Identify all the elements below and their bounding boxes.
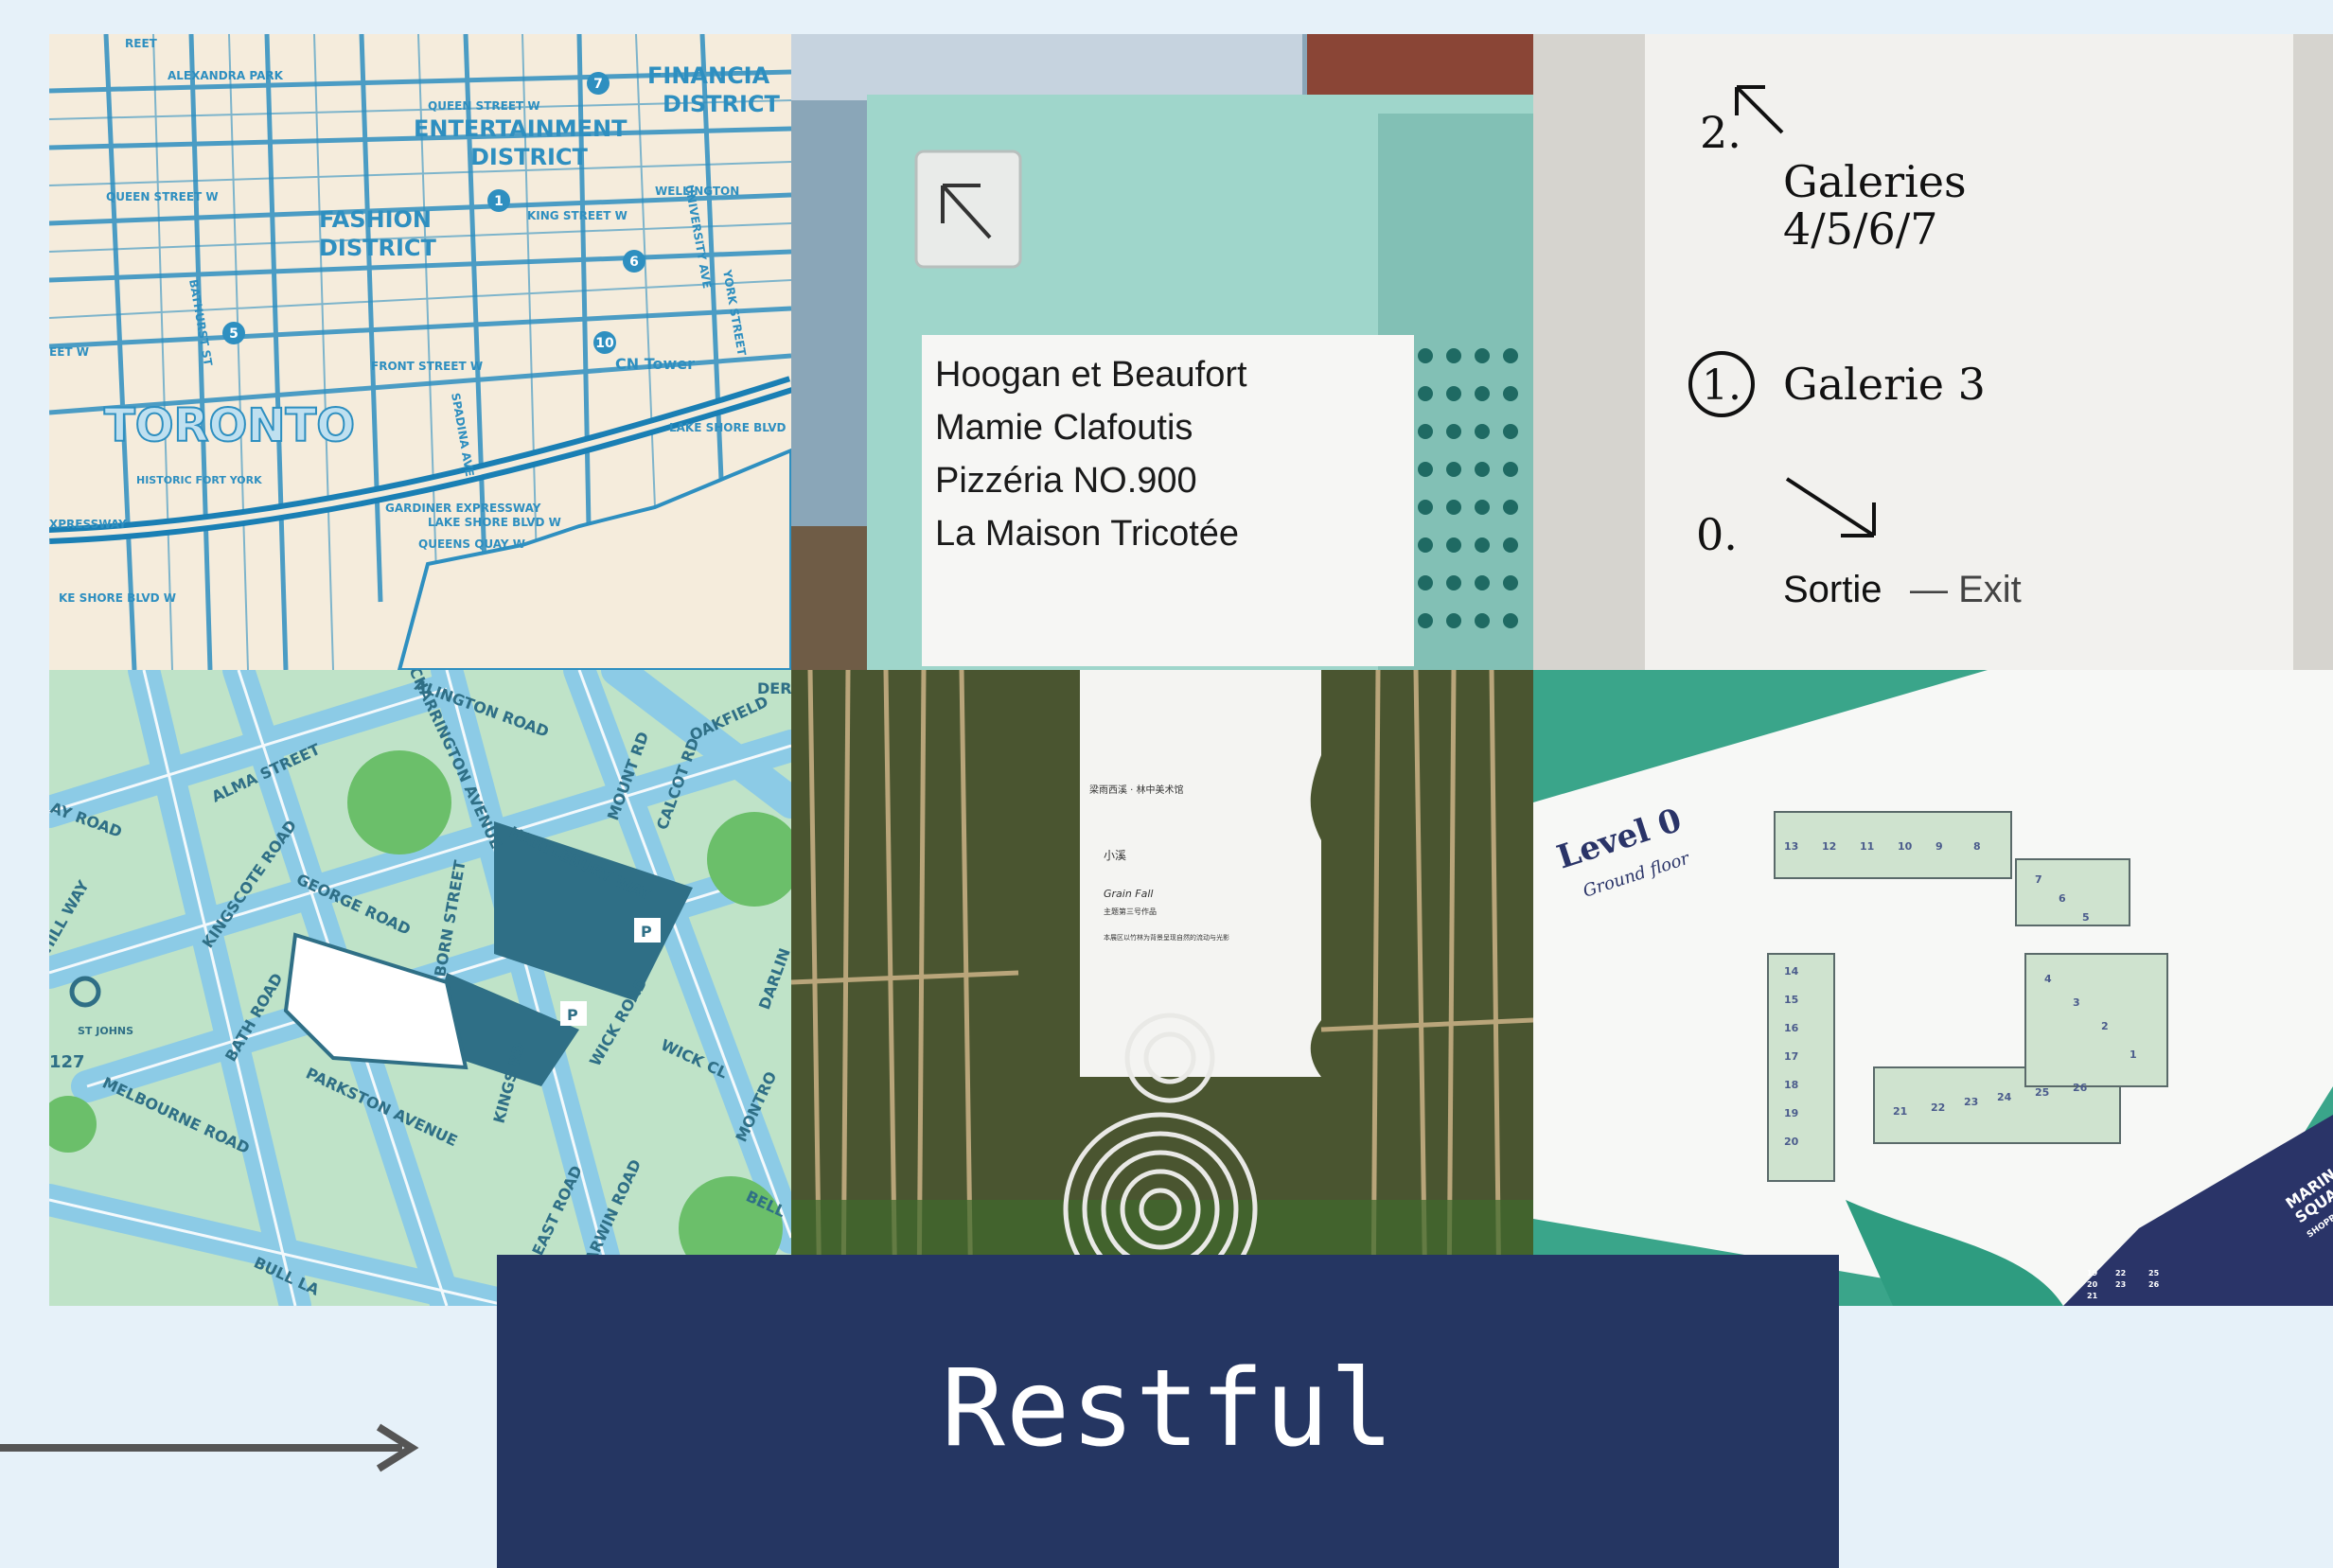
label-alexandra-park: ALEXANDRA PARK <box>168 69 284 82</box>
bamboo-sign-graphic: 梁雨西溪 · 林中美术馆 小溪 Grain Fall 主题第三号作品 本展区以竹… <box>791 670 1533 1306</box>
label-cn-tower: CN Tower <box>615 355 695 373</box>
marker-10: 10 <box>595 336 614 351</box>
floorplan-brochure-photo: 13 12 11 10 9 8 7 6 5 4 3 2 1 14 15 16 1… <box>1533 670 2333 1306</box>
galerie-sign-photo: 2. Galeries 4/5/6/7 1. Galerie 3 0. Sort… <box>1533 34 2333 670</box>
unit-17: 17 <box>1784 1050 1798 1063</box>
unit-21: 21 <box>1893 1105 1907 1118</box>
unit-25: 25 <box>2035 1086 2049 1099</box>
toronto-map-image: 7 1 6 5 10 ALEXANDRA PARK QUEEN STREET W… <box>49 34 791 670</box>
unit-12: 12 <box>1822 840 1836 853</box>
unit-4: 4 <box>2044 973 2052 985</box>
unit-7: 7 <box>2035 873 2042 886</box>
unit-3: 3 <box>2073 996 2080 1009</box>
legend-20: 20 <box>2087 1280 2098 1289</box>
unit-24: 24 <box>1997 1091 2012 1103</box>
unit-19: 19 <box>1784 1107 1798 1119</box>
unit-18: 18 <box>1784 1079 1798 1091</box>
floorplan-brochure-graphic: 13 12 11 10 9 8 7 6 5 4 3 2 1 14 15 16 1… <box>1533 670 2333 1306</box>
label-street-w: EET W <box>49 345 89 359</box>
legend-19: 19 <box>2087 1269 2098 1277</box>
unit-14: 14 <box>1784 965 1799 978</box>
mint-sign-photo: Hoogan et Beaufort Mamie Clafoutis Pizzé… <box>791 34 1533 670</box>
caption-panel: Restful <box>497 1255 1839 1568</box>
label-gardiner-expressway: GARDINER EXPRESSWAY <box>385 502 541 515</box>
label-lake-shore-blvd-w: LAKE SHORE BLVD W <box>428 516 561 529</box>
label-lake-shore-blvd-w-2: KE SHORE BLVD W <box>59 591 176 605</box>
sign-line-1: Hoogan et Beaufort <box>935 355 1247 395</box>
bamboo-sign-title-en: Grain Fall <box>1104 888 1154 900</box>
unit-26: 26 <box>2073 1082 2088 1094</box>
mint-sign-graphic: Hoogan et Beaufort Mamie Clafoutis Pizzé… <box>791 34 1533 670</box>
label-street: REET <box>125 37 158 50</box>
unit-20: 20 <box>1784 1136 1799 1148</box>
unit-10: 10 <box>1898 840 1913 853</box>
label-entertainment-district: DISTRICT <box>470 144 589 170</box>
unit-16: 16 <box>1784 1022 1799 1034</box>
unit-22: 22 <box>1931 1101 1945 1114</box>
legend-23: 23 <box>2115 1280 2126 1289</box>
marker-6: 6 <box>629 255 639 270</box>
sign-line-4: La Maison Tricotée <box>935 514 1239 554</box>
arrow-up-left-icon <box>914 150 1022 269</box>
galerie-sign-graphic: 2. Galeries 4/5/6/7 1. Galerie 3 0. Sort… <box>1533 34 2333 670</box>
label-financial: FINANCIA <box>647 62 770 89</box>
galerie-3-label: Galerie 3 <box>1783 359 1986 410</box>
parking-1: P <box>641 923 652 941</box>
unit-13: 13 <box>1784 840 1798 853</box>
unit-2: 2 <box>2101 1020 2109 1032</box>
unit-15: 15 <box>1784 994 1798 1006</box>
label-queen-street-w-2: QUEEN STREET W <box>106 190 219 203</box>
legend-26: 26 <box>2148 1280 2160 1289</box>
galeries-label: Galeries <box>1783 156 1967 207</box>
label-a127: 127 <box>49 1052 85 1072</box>
label-expressway: XPRESSWAY <box>49 518 127 531</box>
exit-label: — Exit <box>1910 569 2022 610</box>
label-queens-quay-w: QUEENS QUAY W <box>418 537 525 551</box>
bamboo-sign-subtitle: 主题第三号作品 <box>1104 907 1157 916</box>
sign-line-2: Mamie Clafoutis <box>935 408 1193 448</box>
bamboo-sign-body: 本展区以竹林为背景呈现自然的流动与光影 <box>1104 933 1229 942</box>
marker-5: 5 <box>229 326 239 342</box>
unit-23: 23 <box>1964 1096 1978 1108</box>
unit-5: 5 <box>2082 911 2090 924</box>
floor-1-label: 1. <box>1702 361 1741 410</box>
caption-label: Restful <box>941 1348 1395 1471</box>
label-lake-shore-blvd: LAKE SHORE BLVD <box>669 421 787 434</box>
right-arrow-icon <box>0 1423 419 1472</box>
marker-7: 7 <box>593 77 603 92</box>
legend-21: 21 <box>2087 1292 2098 1300</box>
toronto-map-graphic: 7 1 6 5 10 ALEXANDRA PARK QUEEN STREET W… <box>49 34 791 670</box>
label-fashion-district: DISTRICT <box>319 235 437 261</box>
floor-2-label: 2. <box>1700 107 1741 158</box>
unit-1: 1 <box>2130 1048 2137 1061</box>
label-toronto: TORONTO <box>104 399 355 452</box>
green-map-image: P P ALMA STREET ALINGTON ROAD CHARRINGTO… <box>49 670 791 1306</box>
label-front-street-w: FRONT STREET W <box>371 360 483 373</box>
unit-8: 8 <box>1973 840 1981 853</box>
unit-6: 6 <box>2059 892 2066 905</box>
label-fashion: FASHION <box>319 206 432 233</box>
label-entertainment: ENTERTAINMENT <box>414 115 627 142</box>
marker-1: 1 <box>494 194 504 209</box>
label-queen-street-w: QUEEN STREET W <box>428 99 540 113</box>
label-der: DER <box>757 679 791 697</box>
floor-0-label: 0. <box>1696 509 1738 560</box>
sortie-label: Sortie <box>1783 569 1882 610</box>
label-historic-fort-york: HISTORIC FORT YORK <box>136 474 262 486</box>
unit-9: 9 <box>1935 840 1943 853</box>
bamboo-sign-photo: 梁雨西溪 · 林中美术馆 小溪 Grain Fall 主题第三号作品 本展区以竹… <box>791 670 1533 1306</box>
bamboo-sign-title-cn: 小溪 <box>1104 849 1126 862</box>
parking-2: P <box>567 1006 578 1024</box>
galeries-numbers: 4/5/6/7 <box>1783 203 1938 255</box>
legend-22: 22 <box>2115 1269 2126 1277</box>
label-financial-district: DISTRICT <box>663 91 781 117</box>
bamboo-sign-header: 梁雨西溪 · 林中美术馆 <box>1089 784 1184 796</box>
label-king-street-w: KING STREET W <box>527 209 627 222</box>
unit-11: 11 <box>1860 840 1874 853</box>
label-st-johns: ST JOHNS <box>78 1025 133 1037</box>
green-map-graphic: P P ALMA STREET ALINGTON ROAD CHARRINGTO… <box>49 670 791 1306</box>
legend-25: 25 <box>2148 1269 2160 1277</box>
sign-line-3: Pizzéria NO.900 <box>935 461 1197 501</box>
